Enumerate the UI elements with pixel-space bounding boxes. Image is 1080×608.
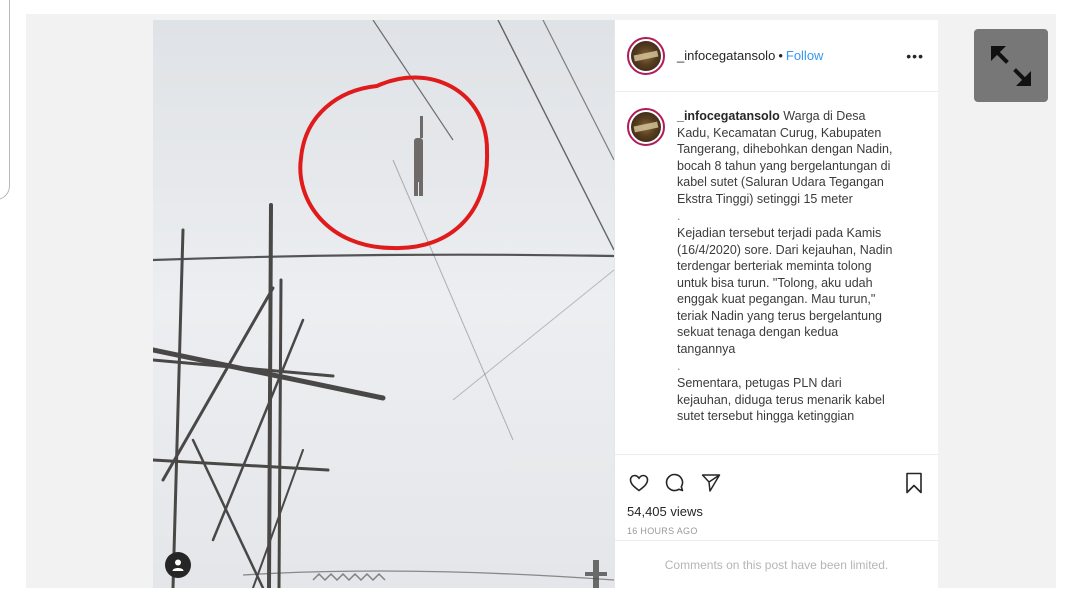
follow-button[interactable]: Follow (786, 48, 824, 63)
comments-limited-note: Comments on this post have been limited. (615, 540, 938, 588)
avatar[interactable] (627, 36, 665, 75)
header-text: _infocegatansolo • Follow (677, 48, 906, 63)
left-panel-edge (0, 0, 10, 200)
caption-body: _infocegatansolo Warga di Desa Kadu, Kec… (677, 108, 899, 454)
instagram-post-embed: _infocegatansolo • Follow ••• _infocegatan… (153, 20, 938, 588)
power-line-scene (153, 20, 614, 588)
send-icon[interactable] (699, 471, 723, 495)
header-separator: • (778, 48, 783, 63)
caption-paragraph-1: Warga di Desa Kadu, Kecamatan Curug, Kab… (677, 109, 893, 206)
header-username[interactable]: _infocegatansolo (677, 48, 775, 63)
more-options-icon[interactable]: ••• (906, 48, 924, 64)
expand-icon (991, 45, 1031, 86)
caption-avatar[interactable] (627, 108, 665, 146)
caption-area: _infocegatansolo Warga di Desa Kadu, Kec… (615, 92, 938, 454)
post-timestamp: 16 HOURS AGO (627, 526, 698, 536)
caption-separator: . (677, 209, 681, 223)
bookmark-icon[interactable] (902, 471, 926, 495)
post-header: _infocegatansolo • Follow ••• (615, 20, 938, 92)
caption-separator: . (677, 359, 681, 373)
comment-icon[interactable] (663, 471, 687, 495)
caption-username[interactable]: _infocegatansolo (677, 109, 780, 123)
post-sidebar: _infocegatansolo • Follow ••• _infocegatan… (614, 20, 938, 588)
views-count: 54,405 views (627, 504, 703, 519)
post-photo[interactable] (153, 20, 614, 588)
caption-paragraph-2: Kejadian tersebut terjadi pada Kamis (16… (677, 226, 893, 356)
user-icon[interactable] (165, 552, 191, 578)
expand-button[interactable] (974, 29, 1048, 102)
action-bar (615, 454, 938, 510)
heart-icon[interactable] (627, 471, 651, 495)
caption-paragraph-3: Sementara, petugas PLN dari kejauhan, di… (677, 376, 885, 423)
